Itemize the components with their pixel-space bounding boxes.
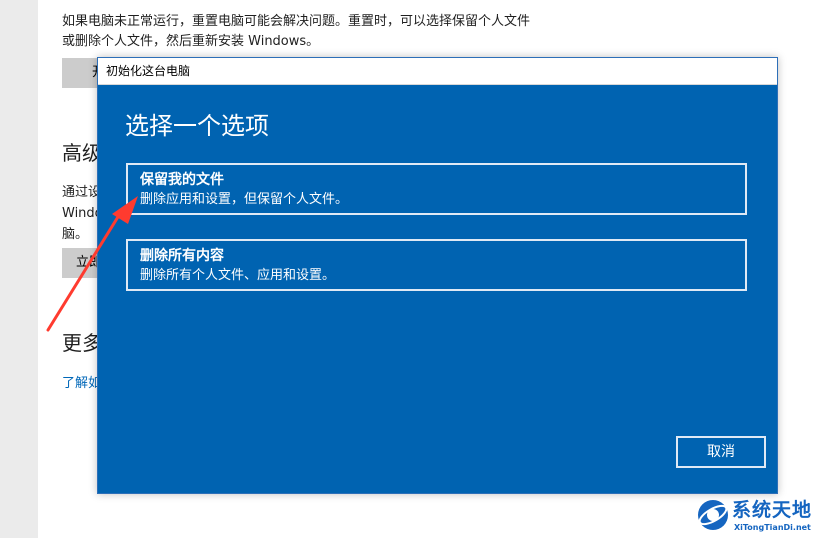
watermark: 系统天地 XiTongTianDi.net bbox=[694, 494, 816, 538]
watermark-logo-icon bbox=[698, 500, 728, 530]
annotation-arrow-icon bbox=[46, 196, 138, 332]
watermark-url: XiTongTianDi.net bbox=[734, 523, 811, 532]
watermark-brand: 系统天地 bbox=[732, 499, 813, 521]
